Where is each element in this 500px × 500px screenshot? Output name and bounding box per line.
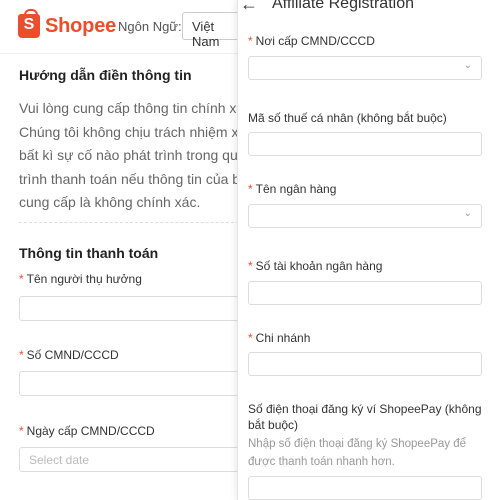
required-star: * [248,331,253,345]
shopee-bag-icon: S [18,9,40,38]
guide-title: Hướng dẫn điền thông tin [19,67,192,83]
top-bar: S Shopee Ngôn Ngữ: Việt Nam [0,0,238,54]
required-star: * [19,272,24,286]
required-star: * [19,348,24,362]
beneficiary-label: * Tên người thụ hưởng [19,272,142,286]
logo-text: Shopee [45,14,117,37]
required-star: * [248,182,253,196]
required-star: * [248,259,253,273]
language-label: Ngôn Ngữ: [118,19,182,34]
issue-place-label: * Nơi cấp CMND/CCCD [248,34,375,48]
background-page: S Shopee Ngôn Ngữ: Việt Nam Hướng dẫn đi… [0,0,238,500]
guide-line: Chúng tôi không chịu trách nhiệm x [19,123,238,140]
account-number-label: * Số tài khoản ngân hàng [248,259,383,273]
required-star: * [19,424,24,438]
guide-line: bất kì sự cố nào phát trình trong qu [19,147,238,164]
issue-date-label: * Ngày cấp CMND/CCCD [19,424,155,438]
guide-line: Vui lòng cung cấp thông tin chính x [19,100,237,116]
guide-line: cung cấp là không chính xác. [19,194,201,211]
language-select[interactable]: Việt Nam [182,12,238,49]
branch-label: * Chi nhánh [248,331,311,345]
guide-text: Vui lòng cung cấp thông tin chính x Chún… [19,97,238,215]
dashed-divider [19,222,238,223]
guide-line: trình thanh toán nếu thông tin của b [19,170,238,187]
shopeepay-phone-input[interactable] [248,476,482,500]
shopee-logo[interactable]: S Shopee [18,9,117,38]
id-number-input[interactable] [19,371,238,396]
drawer-title: Affiliate Registration [272,0,414,12]
account-number-input[interactable] [248,281,482,305]
tax-code-input[interactable] [248,132,482,156]
chevron-down-icon: ⌄ [463,208,472,219]
issue-place-select[interactable]: ⌄ [248,56,482,80]
bank-name-select[interactable]: ⌄ [248,204,482,228]
payment-section-title: Thông tin thanh toán [19,245,159,261]
branch-input[interactable] [248,352,482,376]
chevron-down-icon: ⌄ [463,60,472,71]
id-number-label: * Số CMND/CCCD [19,348,119,362]
issue-date-picker[interactable]: Select date [19,447,238,472]
shopeepay-phone-label: Số điện thoại đăng ký ví ShopeePay (khôn… [248,402,482,432]
required-star: * [248,34,253,48]
affiliate-registration-drawer: ← Affiliate Registration * Nơi cấp CMND/C… [237,0,500,500]
tax-code-label: Mã số thuế cá nhân (không bắt buộc) [248,111,447,125]
bank-name-label: * Tên ngân hàng [248,182,337,196]
shopeepay-hint: Nhập số điện thoại đăng ký ShopeePay để … [248,438,467,468]
arrow-left-icon[interactable]: ← [240,0,258,15]
beneficiary-input[interactable] [19,296,238,321]
